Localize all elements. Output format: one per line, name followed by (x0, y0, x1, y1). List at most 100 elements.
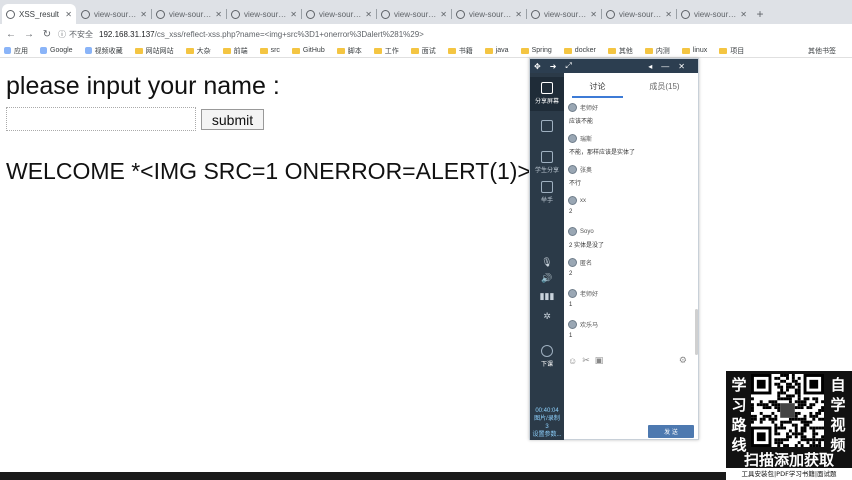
tab-close-icon[interactable]: ✕ (740, 10, 747, 19)
new-tab-button[interactable]: + (752, 4, 768, 24)
tab-close-icon[interactable]: ✕ (65, 10, 72, 19)
tab-close-icon[interactable]: ✕ (140, 10, 147, 19)
bookmark-label: 工作 (384, 47, 399, 55)
browser-tab[interactable]: view-source: ✕ (227, 4, 302, 24)
name-input[interactable] (6, 107, 196, 131)
bookmark-item[interactable]: linux (681, 47, 707, 54)
tab-close-icon[interactable]: ✕ (515, 10, 522, 19)
stats-icon[interactable]: ▮▮▮ (530, 291, 564, 302)
chat-author: 欢乐马 (568, 320, 690, 329)
tab-close-icon[interactable]: ✕ (215, 10, 222, 19)
chat-settings-icon[interactable]: ⚙ (679, 355, 687, 366)
chat-text: 1 (569, 302, 573, 308)
hand-icon (541, 181, 553, 193)
chat-text: 不行 (569, 181, 582, 187)
browser-tab[interactable]: view-source: ✕ (452, 4, 527, 24)
bookmark-item[interactable]: 其他 (607, 46, 633, 56)
bookmark-item[interactable]: 大杂 (185, 46, 211, 56)
browser-tab[interactable]: view-source: ✕ (602, 4, 677, 24)
chat-author: xx (568, 196, 690, 205)
reload-icon[interactable]: ↻ (40, 27, 54, 41)
bookmark-item[interactable]: 应用 (4, 46, 28, 56)
bookmark-item[interactable]: 视频收藏 (84, 46, 123, 56)
bookmark-item[interactable]: 脚本 (336, 46, 362, 56)
folder-icon (520, 47, 529, 54)
bookmark-item[interactable]: 网站网站 (134, 46, 174, 56)
globe-icon (156, 9, 165, 19)
bookmark-item[interactable]: docker (563, 47, 596, 54)
minimize-icon[interactable]: — (661, 62, 669, 71)
tab-close-icon[interactable]: ✕ (665, 10, 672, 19)
bookmark-item[interactable]: Google (40, 47, 73, 54)
submit-button[interactable]: submit (201, 109, 264, 130)
chat-message: xx 2 (568, 196, 690, 215)
sidebar-raise-hand[interactable]: 举手 (530, 179, 564, 205)
arrow-icon[interactable]: ➜ (550, 62, 557, 71)
browser-tab[interactable]: view-source: ✕ (302, 4, 377, 24)
bookmark-item[interactable]: 内测 (644, 46, 670, 56)
promo-scan-text: 扫描添加获取 (743, 451, 834, 469)
emoji-icon[interactable]: ☺ (568, 356, 577, 366)
tab-discussion[interactable]: 讨论 (564, 73, 631, 101)
chat-scrollbar[interactable] (695, 309, 698, 355)
browser-tab[interactable]: view-source: ✕ (77, 4, 152, 24)
back-icon[interactable]: ← (4, 27, 18, 41)
bookmark-item[interactable]: 面试 (410, 46, 436, 56)
tab-members[interactable]: 成员(15) (631, 73, 698, 101)
bookmark-label: Spring (531, 47, 552, 54)
tab-close-icon[interactable]: ✕ (365, 10, 372, 19)
scissors-icon[interactable]: ✂ (582, 355, 590, 366)
bookmark-item[interactable]: Spring (520, 47, 552, 54)
chat-toolbar: ☺ ✂ ▣ ⚙ (568, 355, 692, 366)
chat-message: 欢乐马 1 (568, 320, 690, 339)
bookmark-item[interactable]: 书籍 (447, 46, 473, 56)
folder-icon (291, 47, 300, 54)
browser-tab[interactable]: XSS_result ✕ (2, 4, 76, 24)
globe-icon (6, 9, 15, 19)
resize-icon[interactable]: ⤢ (565, 61, 571, 71)
browser-tab[interactable]: view-source: ✕ (677, 4, 751, 24)
chat-text: 2 (569, 271, 573, 277)
info-icon[interactable]: ⓘ (58, 29, 66, 40)
tab-close-icon[interactable]: ✕ (440, 10, 447, 19)
pin-icon[interactable]: ✥ (534, 62, 541, 71)
bookmark-item[interactable]: src (259, 47, 280, 54)
bookmark-label: src (270, 47, 280, 54)
tab-title: view-source: (394, 9, 439, 19)
collapse-left-icon[interactable]: ◂ (648, 62, 652, 71)
share-screen-button[interactable]: 分享屏幕 (530, 77, 564, 111)
bookmark-item[interactable]: java (484, 47, 509, 54)
bookmark-item[interactable]: GitHub (291, 47, 325, 54)
chat-message: 老师好 1 (568, 289, 690, 308)
bookmark-item[interactable]: 项目 (719, 46, 744, 56)
tab-close-icon[interactable]: ✕ (590, 10, 597, 19)
settings-icon[interactable]: ✲ (530, 311, 564, 322)
globe-icon (531, 9, 540, 19)
tab-close-icon[interactable]: ✕ (290, 10, 297, 19)
browser-tab[interactable]: view-source: ✕ (377, 4, 452, 24)
avatar (568, 320, 577, 329)
sidebar-student-share[interactable]: 学生分享 (530, 149, 564, 175)
bookmark-item[interactable]: 工作 (373, 46, 399, 56)
globe-icon (681, 9, 690, 19)
address-bar[interactable]: ⓘ 不安全 192.168.31.137 /cs_xss/reflect-xss… (58, 26, 812, 42)
forward-icon[interactable]: → (22, 27, 36, 41)
folder-icon (719, 47, 728, 54)
other-bookmarks[interactable]: 其他书签 (808, 46, 836, 56)
page-content: please input your name : submit WELCOME … (0, 58, 852, 472)
chat-text: 不能，那样应该是实体了 (569, 150, 636, 156)
chat-text: 2 (569, 209, 573, 215)
close-icon[interactable]: ✕ (678, 62, 685, 71)
end-class-button[interactable]: 下课 (530, 343, 564, 373)
image-icon[interactable]: ▣ (595, 355, 604, 366)
speaker-icon[interactable]: 🔊 (530, 273, 564, 284)
sidebar-whiteboard[interactable] (530, 117, 564, 137)
browser-tab[interactable]: view-source: ✕ (527, 4, 602, 24)
chat-text: 应该不能 (569, 119, 594, 125)
bookmark-label: 应用 (14, 47, 28, 55)
bookmark-icon (40, 47, 47, 54)
browser-tab[interactable]: view-source: ✕ (152, 4, 227, 24)
send-button[interactable]: 发 送 (648, 425, 694, 438)
mic-icon[interactable]: 🎙 (530, 257, 564, 268)
bookmark-item[interactable]: 前端 (222, 46, 248, 56)
